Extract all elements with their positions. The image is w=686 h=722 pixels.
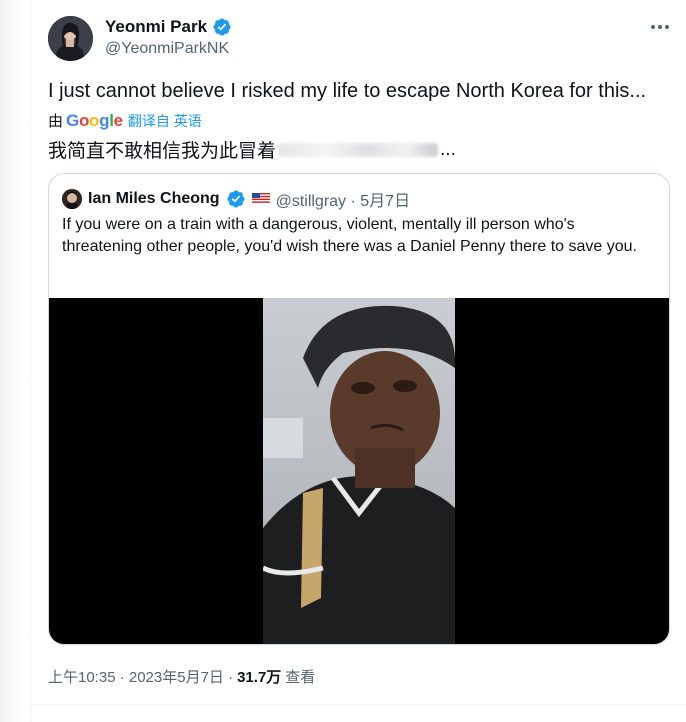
translation-attribution: 由 Google 翻译自 英语	[48, 110, 202, 131]
translated-by-label: 由	[48, 113, 64, 130]
quoted-author-handle-date[interactable]: @stillgray · 5月7日	[276, 187, 411, 211]
quoted-author-name[interactable]: Ian Miles Cheong	[88, 190, 220, 208]
translated-from-link[interactable]: 翻译自 英语	[128, 111, 202, 131]
verified-badge-icon	[226, 189, 246, 209]
verified-badge-icon	[212, 17, 232, 37]
translated-text-visible: 我简直不敢相信我为此冒着	[48, 141, 277, 162]
views-label: 查看	[285, 669, 316, 686]
left-sidebar-edge	[0, 0, 31, 722]
tweet-timestamp[interactable]: 上午10:35 · 2023年5月7日 ·	[48, 666, 233, 687]
author-name[interactable]: Yeonmi Park	[105, 17, 207, 37]
author-handle[interactable]: @YeonmiParkNK	[105, 40, 229, 58]
video-frame[interactable]	[263, 298, 455, 644]
translated-text-tail: ...	[440, 138, 456, 160]
redacted-blur	[278, 142, 439, 157]
tweet-text: I just cannot believe I risked my life t…	[48, 80, 647, 102]
quoted-author-avatar[interactable]	[62, 189, 82, 209]
quoted-tweet-text: If you were on a train with a dangerous,…	[62, 216, 637, 255]
quoted-video[interactable]	[49, 298, 669, 644]
divider	[30, 704, 686, 705]
more-options-icon[interactable]	[648, 18, 672, 36]
views-count: 31.7万	[237, 669, 282, 686]
author-avatar[interactable]	[48, 16, 93, 61]
country-flag-icon	[251, 192, 270, 206]
google-logo: Google	[66, 110, 123, 130]
tweet-metadata: 上午10:35 · 2023年5月7日 · 31.7万 查看	[48, 666, 315, 687]
translated-text: 我简直不敢相信我为此冒着...	[48, 136, 456, 163]
quoted-tweet-card[interactable]: Ian Miles Cheong @stillgray · 5月7日 If yo…	[48, 173, 670, 645]
